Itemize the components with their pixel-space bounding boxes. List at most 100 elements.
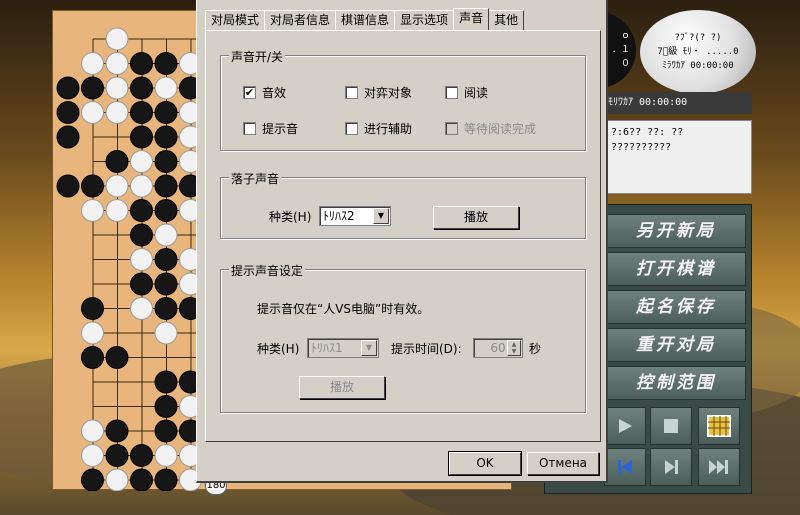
black-stone bbox=[154, 297, 178, 320]
first-move-button[interactable] bbox=[604, 448, 646, 486]
black-stone bbox=[105, 346, 129, 369]
new-game-button[interactable]: 另开新局 bbox=[606, 214, 746, 248]
black-stone bbox=[154, 395, 178, 418]
black-clock-line: ｏ bbox=[620, 31, 630, 41]
white-stone bbox=[81, 321, 104, 345]
white-stone bbox=[81, 444, 104, 467]
black-stone bbox=[130, 52, 153, 75]
white-stone bbox=[105, 101, 129, 124]
black-stone bbox=[154, 150, 178, 173]
next-icon bbox=[665, 460, 678, 474]
next-move-button[interactable] bbox=[650, 448, 692, 486]
white-stone bbox=[130, 248, 153, 271]
checkbox-box[interactable] bbox=[243, 122, 256, 135]
checkbox-label: 提示音 bbox=[262, 122, 299, 136]
black-stone bbox=[81, 174, 104, 198]
progress-assist-checkbox[interactable]: 进行辅助 bbox=[345, 120, 412, 137]
white-clock-line: 7ﾞ級 ﾓﾘ・ .....0 bbox=[657, 47, 739, 57]
last-icon bbox=[709, 460, 728, 474]
tab-record-info[interactable]: 棋谱信息 bbox=[335, 10, 396, 30]
control-range-button[interactable]: 控制范围 bbox=[606, 366, 746, 400]
settings-dialog: 对局模式 对局者信息 棋谱信息 显示选项 声音 其他 声音开/关 ✔ 音效 对弈… bbox=[196, 0, 608, 483]
tab-other[interactable]: 其他 bbox=[488, 10, 525, 30]
tab-sound[interactable]: 声音 bbox=[453, 8, 490, 30]
stone-sound-type-label: 种类(H) bbox=[269, 210, 312, 224]
white-stone bbox=[81, 419, 104, 443]
hint-sound-play-button: 播放 bbox=[299, 376, 385, 399]
black-stone bbox=[154, 419, 178, 443]
hint-sound-type-select: ﾄﾘﾊｽ1 ▼ bbox=[307, 338, 379, 358]
black-stone bbox=[130, 468, 153, 491]
white-stone bbox=[130, 297, 153, 320]
white-stone bbox=[154, 76, 178, 100]
white-stone bbox=[81, 199, 104, 222]
hint-sound-type-label: 种类(H) bbox=[257, 342, 300, 356]
black-stone bbox=[56, 101, 80, 124]
hint-sound-note: 提示音仅在“人VS电脑”时有效。 bbox=[257, 302, 430, 316]
black-stone bbox=[130, 125, 153, 149]
stone-sound-type-select[interactable]: ﾄﾘﾊｽ2 ▼ bbox=[319, 206, 391, 226]
sound-tab-panel: 声音开/关 ✔ 音效 对弈对象 阅读 提示音 进行辅助 等待阅读完成 落子声音 … bbox=[205, 30, 601, 442]
open-record-button[interactable]: 打开棋谱 bbox=[606, 252, 746, 286]
tab-player-info[interactable]: 对局者信息 bbox=[264, 10, 337, 30]
black-stone bbox=[154, 52, 178, 75]
black-stone bbox=[154, 101, 178, 124]
board-view-button[interactable] bbox=[698, 407, 740, 445]
white-stone bbox=[81, 101, 104, 124]
select-value: ﾄﾘﾊｽ2 bbox=[323, 209, 355, 223]
black-stone bbox=[154, 370, 178, 394]
black-stone bbox=[154, 272, 178, 296]
black-stone bbox=[56, 76, 80, 100]
hint-sound-settings-group: 提示声音设定 提示音仅在“人VS电脑”时有效。 种类(H) ﾄﾘﾊｽ1 ▼ 提示… bbox=[220, 262, 586, 413]
save-as-button[interactable]: 起名保存 bbox=[606, 290, 746, 324]
cancel-button[interactable]: Отмена bbox=[527, 452, 599, 475]
black-stone bbox=[130, 223, 153, 247]
black-stone bbox=[81, 297, 104, 320]
game-info-box: ?:6?? ??: ?? ?????????? bbox=[604, 120, 752, 194]
chevron-down-icon[interactable]: ▼ bbox=[373, 208, 389, 224]
abandon-target-checkbox[interactable]: 对弈对象 bbox=[345, 84, 412, 101]
white-clock-line: ﾐﾗﾜｶｱ 00:00:00 bbox=[662, 61, 734, 71]
black-stone bbox=[130, 101, 153, 124]
white-stone bbox=[154, 321, 178, 345]
stop-button[interactable] bbox=[650, 407, 692, 445]
checkbox-box[interactable]: ✔ bbox=[243, 86, 256, 99]
black-stone bbox=[105, 419, 129, 443]
checkbox-box[interactable] bbox=[345, 86, 358, 99]
black-clock-line: ０ bbox=[620, 59, 630, 69]
group-title: 提示声音设定 bbox=[229, 262, 306, 279]
tab-game-mode[interactable]: 对局模式 bbox=[205, 10, 266, 30]
ok-button[interactable]: OK bbox=[448, 451, 522, 476]
black-stone bbox=[154, 248, 178, 271]
black-stone bbox=[81, 346, 104, 369]
tab-display-options[interactable]: 显示选项 bbox=[394, 10, 455, 30]
white-player-clock: ?ﾌﾞ?(? ?) 7ﾞ級 ﾓﾘ・ .....0 ﾐﾗﾜｶｱ 00:00:00 bbox=[640, 10, 756, 94]
white-clock-line: ?ﾌﾞ?(? ?) bbox=[674, 33, 722, 43]
stop-icon bbox=[664, 419, 678, 433]
checkbox-label: 阅读 bbox=[464, 86, 489, 100]
sound-effects-checkbox[interactable]: ✔ 音效 bbox=[243, 84, 286, 101]
info-line: ?:6?? ??: ?? bbox=[611, 127, 684, 138]
seconds-unit-label: 秒 bbox=[529, 342, 542, 356]
black-stone bbox=[130, 199, 153, 222]
white-stone bbox=[105, 199, 129, 222]
hint-sound-checkbox[interactable]: 提示音 bbox=[243, 120, 298, 137]
black-stone bbox=[154, 174, 178, 198]
timer-bar: ﾓﾘﾜｶｱ 00:00:00 bbox=[600, 92, 752, 114]
stone-sound-group: 落子声音 种类(H) ﾄﾘﾊｽ2 ▼ 播放 bbox=[220, 170, 586, 239]
restart-game-button[interactable]: 重开对局 bbox=[606, 328, 746, 362]
black-stone bbox=[154, 125, 178, 149]
checkbox-box[interactable] bbox=[345, 122, 358, 135]
black-stone bbox=[130, 76, 153, 100]
hint-time-label: 提示时间(D): bbox=[391, 342, 462, 356]
black-stone bbox=[56, 125, 80, 149]
checkbox-box[interactable] bbox=[445, 86, 458, 99]
stone-sound-play-button[interactable]: 播放 bbox=[433, 206, 519, 229]
play-button[interactable] bbox=[604, 407, 646, 445]
black-stone bbox=[81, 468, 104, 491]
black-stone bbox=[130, 444, 153, 467]
last-move-button[interactable] bbox=[698, 448, 740, 486]
white-stone bbox=[105, 468, 129, 491]
hint-time-stepper: 60 ▲ ▼ bbox=[473, 338, 523, 358]
read-aloud-checkbox[interactable]: 阅读 bbox=[445, 84, 488, 101]
